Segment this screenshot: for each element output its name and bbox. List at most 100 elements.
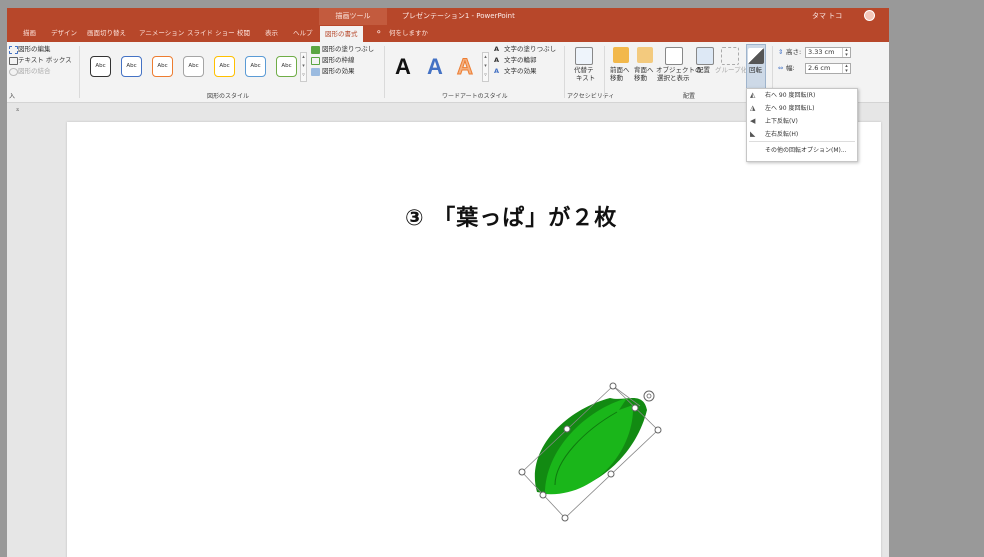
rotate-icon xyxy=(748,48,764,64)
shape-style-preset[interactable]: Abc xyxy=(245,56,266,77)
resize-handle[interactable] xyxy=(539,491,547,499)
tab-draw[interactable]: 描画 xyxy=(23,25,36,42)
width-label: 幅: xyxy=(786,64,795,72)
text-outline-button[interactable]: 文字の輪郭 xyxy=(504,56,537,65)
menu-separator xyxy=(749,141,855,142)
menu-item-label: 上下反転(V) xyxy=(765,118,798,125)
shape-outline-button[interactable]: 図形の枠線 xyxy=(322,56,355,65)
slide-canvas[interactable]: ③ 「葉っぱ」が２枚 xyxy=(67,122,881,557)
text-outline-icon: A xyxy=(494,56,500,64)
selection-pane-icon xyxy=(665,47,683,65)
tab-slideshow[interactable]: スライド ショー xyxy=(187,25,235,42)
wordart-style-orange[interactable]: A xyxy=(457,54,474,79)
tab-design[interactable]: デザイン xyxy=(51,25,77,42)
shape-style-preset[interactable]: Abc xyxy=(121,56,142,77)
wordart-gallery-scroll[interactable]: ▴ ▾ ▿ xyxy=(482,52,489,82)
alt-text-button-line2[interactable]: キスト xyxy=(576,74,595,83)
resize-handle[interactable] xyxy=(561,514,569,522)
shape-style-preset[interactable]: Abc xyxy=(152,56,173,77)
bring-forward-icon xyxy=(613,47,629,63)
text-fill-button[interactable]: 文字の塗りつぶし xyxy=(504,45,556,54)
resize-handle[interactable] xyxy=(654,426,662,434)
lightbulb-icon[interactable]: ⚬ xyxy=(375,28,383,38)
group-button[interactable]: グループ化 xyxy=(715,66,747,75)
wordart-group-label: ワードアートのスタイル xyxy=(442,93,508,100)
menu-item-label: その他の回転オプション(M)... xyxy=(765,147,847,154)
ribbon-separator xyxy=(384,46,385,98)
width-input[interactable]: 2.6 cm ▴ ▾ xyxy=(805,63,851,74)
text-effects-button[interactable]: 文字の効果 xyxy=(504,67,537,76)
slide-heading[interactable]: ③ 「葉っぱ」が２枚 xyxy=(405,200,617,232)
insert-shapes-group-label: 入 xyxy=(9,93,16,100)
menu-item-label: 左へ 90 度回転(L) xyxy=(765,105,815,112)
selection-pane-line2[interactable]: 選択と表示 xyxy=(657,74,690,83)
user-name[interactable]: タマ トコ xyxy=(812,8,842,25)
group-icon xyxy=(721,47,739,65)
height-spinner[interactable]: ▴ ▾ xyxy=(842,48,850,57)
menu-item-rotate-right[interactable]: ◭ 右へ 90 度回転(R) xyxy=(747,89,857,102)
resize-handle[interactable] xyxy=(609,382,617,390)
shape-effects-icon xyxy=(311,68,320,76)
menu-item-label: 右へ 90 度回転(R) xyxy=(765,92,816,99)
text-effects-icon: A xyxy=(494,67,500,75)
tab-animations[interactable]: アニメーション xyxy=(139,25,184,42)
leaf-shape-selection[interactable] xyxy=(515,380,675,530)
tab-help[interactable]: ヘルプ xyxy=(293,25,313,42)
tab-shape-format[interactable]: 図形の書式 xyxy=(320,26,363,42)
collapse-ribbon-icon[interactable]: ⌅ xyxy=(15,106,20,113)
height-icon: ⇕ xyxy=(778,48,784,56)
shape-fill-icon xyxy=(311,46,320,54)
shape-effects-button[interactable]: 図形の効果 xyxy=(322,67,355,76)
menu-item-more-rotation-options[interactable]: その他の回転オプション(M)... xyxy=(747,144,857,157)
menu-item-flip-horizontal[interactable]: ◣ 左右反転(H) xyxy=(747,128,857,141)
text-box-icon xyxy=(9,57,18,65)
accessibility-group-label: アクセシビリティ xyxy=(567,93,615,100)
height-input[interactable]: 3.33 cm ▴ ▾ xyxy=(805,47,851,58)
flip-vertical-icon: ◀ xyxy=(750,117,756,125)
slide-workspace: ③ 「葉っぱ」が２枚 xyxy=(7,103,889,557)
arrange-group-label: 配置 xyxy=(683,93,696,100)
edit-shape-button[interactable]: 図形の編集 xyxy=(18,45,51,54)
width-spinner[interactable]: ▴ ▾ xyxy=(842,64,850,73)
wordart-style-black[interactable]: A xyxy=(395,55,411,79)
rotation-handle-icon[interactable] xyxy=(643,390,655,402)
send-backward-icon xyxy=(637,47,653,63)
powerpoint-window: 描画ツール プレゼンテーション1 - PowerPoint タマ トコ 描画 デ… xyxy=(7,8,889,557)
send-backward-line2[interactable]: 移動 xyxy=(634,74,647,83)
width-value: 2.6 cm xyxy=(808,64,831,72)
alt-text-icon xyxy=(575,47,593,65)
rotate-button[interactable]: 回転 xyxy=(749,66,762,75)
shape-style-preset[interactable]: Abc xyxy=(276,56,297,77)
menu-item-flip-vertical[interactable]: ◀ 上下反転(V) xyxy=(747,115,857,128)
shape-style-preset[interactable]: Abc xyxy=(214,56,235,77)
bring-forward-line2[interactable]: 移動 xyxy=(610,74,623,83)
user-avatar-icon[interactable] xyxy=(864,10,875,21)
shape-outline-icon xyxy=(311,57,320,65)
align-button[interactable]: 配置 xyxy=(697,66,710,75)
tab-review[interactable]: 校閲 xyxy=(237,25,250,42)
tab-view[interactable]: 表示 xyxy=(265,25,278,42)
ribbon-separator xyxy=(604,46,605,98)
shape-style-preset[interactable]: Abc xyxy=(183,56,204,77)
resize-handle[interactable] xyxy=(518,468,526,476)
flip-horizontal-icon: ◣ xyxy=(750,130,756,138)
resize-handle[interactable] xyxy=(563,425,571,433)
merge-shapes-button[interactable]: 図形の結合 xyxy=(18,67,51,76)
title-bar: 描画ツール プレゼンテーション1 - PowerPoint タマ トコ xyxy=(7,8,889,25)
shape-fill-button[interactable]: 図形の塗りつぶし xyxy=(322,45,374,54)
text-box-button[interactable]: テキスト ボックス xyxy=(18,56,72,65)
rotate-left-icon: ◮ xyxy=(750,104,756,112)
shape-styles-group-label: 図形のスタイル xyxy=(207,93,250,100)
ribbon-separator xyxy=(564,46,565,98)
shape-style-preset[interactable]: Abc xyxy=(90,56,111,77)
resize-handle[interactable] xyxy=(607,470,615,478)
resize-handle[interactable] xyxy=(631,404,639,412)
edit-shape-icon xyxy=(9,46,18,54)
menu-item-rotate-left[interactable]: ◮ 左へ 90 度回転(L) xyxy=(747,102,857,115)
shape-style-gallery-scroll[interactable]: ▴ ▾ ▿ xyxy=(300,52,307,82)
rotate-dropdown-menu: ◭ 右へ 90 度回転(R) ◮ 左へ 90 度回転(L) ◀ 上下反転(V) … xyxy=(746,88,858,162)
merge-shapes-icon xyxy=(9,68,18,76)
tell-me-search[interactable]: 何をしますか xyxy=(389,25,428,42)
tab-transitions[interactable]: 画面切り替え xyxy=(87,25,126,42)
wordart-style-blue[interactable]: A xyxy=(427,55,443,79)
